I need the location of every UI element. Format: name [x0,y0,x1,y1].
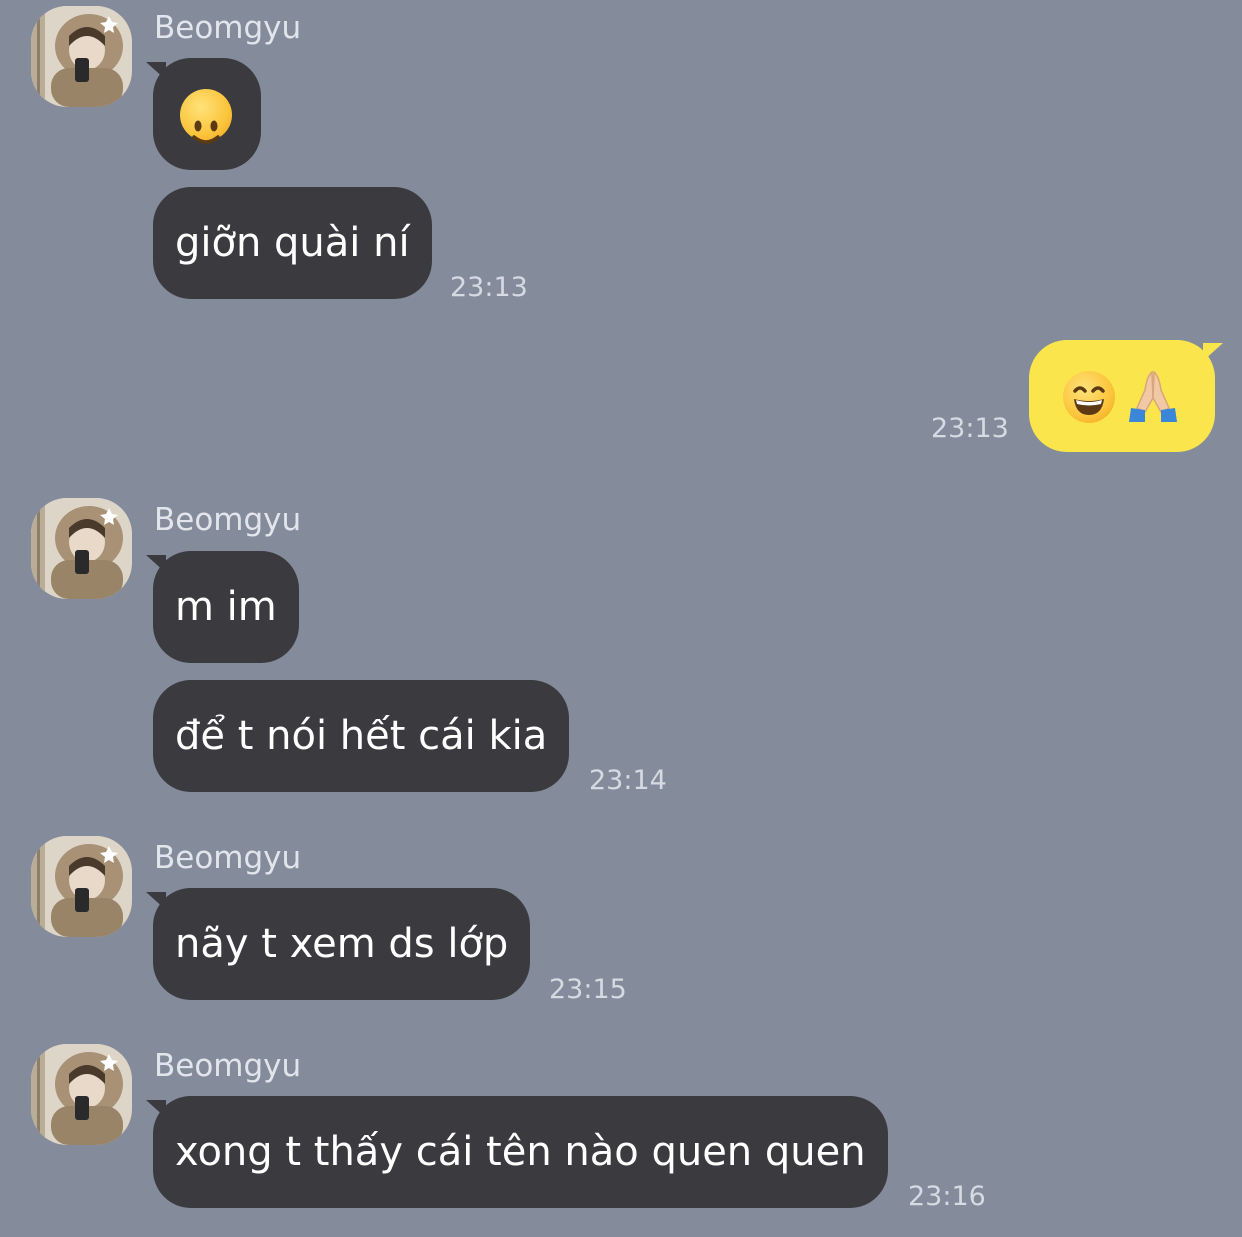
avatar-photo-icon [31,1044,132,1145]
message-bubble[interactable]: nãy t xem ds lớp [153,888,531,1000]
grin-icon [1063,371,1115,423]
message-bubble[interactable]: xong t thấy cái tên nào quen quen [153,1096,888,1208]
message-time: 23:13 [931,413,1009,444]
avatar[interactable] [31,498,132,599]
message-time: 23:14 [589,765,667,796]
message-text: m im [175,584,277,630]
message-text: để t nói hết cái kia [175,713,548,759]
avatar-photo-icon [31,836,132,937]
message-time: 23:13 [450,272,528,303]
avatar[interactable] [31,6,132,107]
message-bubble[interactable]: m im [153,551,299,663]
sender-name: Beomgyu [154,1048,302,1084]
message-bubble[interactable]: giỡn quài ní [153,187,432,299]
message-bubble[interactable]: 🙂 [153,58,261,170]
slight-smile-icon [180,89,232,144]
avatar-photo-icon [31,6,132,107]
message-time: 23:16 [908,1181,986,1212]
sender-name: Beomgyu [154,502,302,538]
avatar[interactable] [31,1044,132,1145]
outgoing-message-bubble[interactable]: 😄🙏🏼 [1029,340,1215,452]
message-text: nãy t xem ds lớp [175,921,509,967]
message-bubble[interactable]: để t nói hết cái kia [153,680,570,792]
sender-name: Beomgyu [154,10,302,46]
sender-name: Beomgyu [154,840,302,876]
message-text: xong t thấy cái tên nào quen quen [175,1129,866,1175]
avatar[interactable] [31,836,132,937]
avatar-photo-icon [31,498,132,599]
pray-icon [1123,368,1183,424]
message-time: 23:15 [549,974,627,1005]
message-text: giỡn quài ní [175,220,410,266]
